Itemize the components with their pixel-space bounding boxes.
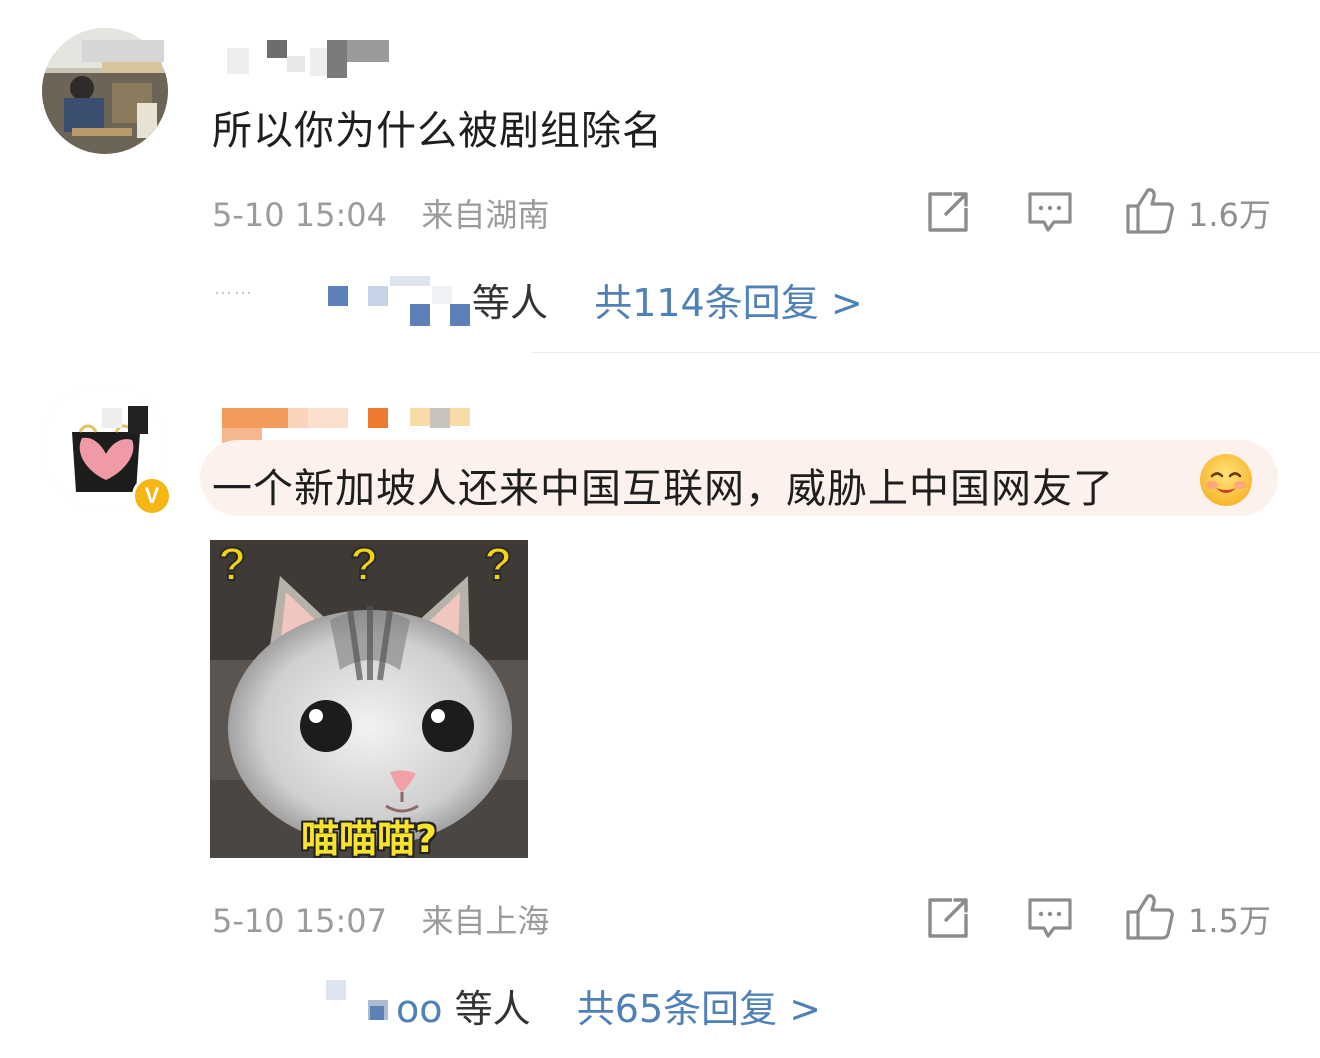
like-icon[interactable] bbox=[1124, 890, 1176, 942]
reply-people-censored[interactable] bbox=[328, 276, 478, 328]
reply-people-suffix: 等人 bbox=[454, 987, 531, 1031]
comment-1-like-count: 1.6万 bbox=[1188, 196, 1271, 234]
sticker-caption: 喵喵喵? bbox=[300, 817, 438, 858]
comment-1-meta: 5-10 15:04 来自湖南 bbox=[212, 190, 549, 236]
comment-1-time: 5-10 15:04 bbox=[212, 196, 388, 234]
share-icon[interactable] bbox=[922, 892, 974, 944]
comment-divider bbox=[532, 352, 1320, 353]
comment-2: V 一个新加坡人还来中国互联网，威胁上中国网友了 ? ? ? 喵喵喵? 5-10… bbox=[0, 354, 1320, 1058]
smiling-face-emoji bbox=[1198, 452, 1254, 508]
comment-2-meta: 5-10 15:07 来自上海 bbox=[212, 896, 549, 942]
cat-sticker-image[interactable]: ? ? ? 喵喵喵? bbox=[210, 540, 528, 858]
comment-1-reply-dots: …… bbox=[214, 278, 254, 299]
reply-people-suffix: 等人 bbox=[472, 281, 549, 325]
comment-1-reply-summary[interactable]: 等人 共114条回复 > bbox=[472, 272, 863, 327]
comment-2-like-count: 1.5万 bbox=[1188, 902, 1271, 940]
reply-total-link[interactable]: 共114条回复 > bbox=[594, 281, 862, 325]
svg-text:?: ? bbox=[484, 540, 512, 590]
comment-1-text: 所以你为什么被剧组除名 bbox=[212, 108, 663, 154]
comment-1-location: 来自湖南 bbox=[421, 196, 550, 234]
reply-total-link[interactable]: 共65条回复 > bbox=[577, 987, 821, 1031]
comment-icon[interactable] bbox=[1024, 892, 1076, 944]
comment-2-reply-summary[interactable]: oo 等人 共65条回复 > bbox=[396, 978, 821, 1033]
share-icon[interactable] bbox=[922, 186, 974, 238]
svg-text:?: ? bbox=[218, 540, 246, 590]
comment-1: 所以你为什么被剧组除名 5-10 15:04 来自湖南 1.6万 …… 等人 共… bbox=[0, 0, 1320, 350]
censor-pixels bbox=[82, 40, 164, 62]
svg-text:?: ? bbox=[350, 540, 378, 590]
like-icon[interactable] bbox=[1124, 184, 1176, 236]
verified-badge: V bbox=[132, 476, 172, 516]
comment-2-time: 5-10 15:07 bbox=[212, 902, 388, 940]
comment-2-text: 一个新加坡人还来中国互联网，威胁上中国网友了 bbox=[212, 466, 1114, 512]
comment-1-username-censored[interactable] bbox=[215, 40, 395, 80]
comment-icon[interactable] bbox=[1024, 186, 1076, 238]
reply-people-censored[interactable] bbox=[326, 980, 396, 1024]
comment-2-location: 来自上海 bbox=[421, 902, 550, 940]
reply-people-name[interactable]: oo bbox=[396, 987, 443, 1031]
